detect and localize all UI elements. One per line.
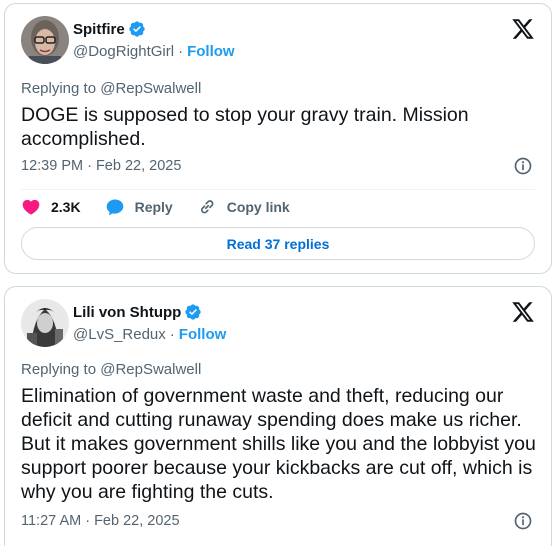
replying-to[interactable]: Replying to @RepSwalwell — [21, 361, 201, 378]
tweet-text: DOGE is supposed to stop your gravy trai… — [21, 104, 469, 150]
author-handle[interactable]: @LvS_Redux — [73, 326, 166, 343]
info-icon[interactable] — [513, 511, 533, 531]
divider — [21, 189, 535, 190]
replying-to[interactable]: Replying to @RepSwalwell — [21, 80, 201, 97]
separator-dot: · — [178, 43, 184, 60]
copy-link-button[interactable]: Copy link — [197, 197, 290, 217]
author-handle[interactable]: @DogRightGirl — [73, 43, 174, 60]
info-icon[interactable] — [513, 156, 533, 176]
tweet-text: Elimination of government waste and thef… — [21, 385, 536, 503]
tweet-card[interactable]: Spitfire @DogRightGirl · Follow Replying… — [4, 3, 552, 274]
reply-bubble-icon — [106, 199, 123, 216]
avatar[interactable] — [21, 299, 69, 347]
read-replies-button[interactable]: Read 37 replies — [21, 227, 535, 260]
copy-link-label: Copy link — [226, 199, 290, 215]
tweet-timestamp[interactable]: 12:39 PM · Feb 22, 2025 — [21, 158, 181, 174]
action-bar: 2.3K Reply Copy link — [21, 197, 314, 217]
like-button[interactable]: 2.3K — [21, 197, 81, 217]
author-name[interactable]: Lili von Shtupp — [73, 304, 181, 321]
verified-badge-icon — [185, 304, 202, 320]
like-count: 2.3K — [51, 199, 81, 215]
verified-badge-icon — [129, 21, 145, 37]
avatar-image — [21, 299, 69, 347]
link-icon — [200, 200, 214, 214]
tweet-timestamp[interactable]: 11:27 AM · Feb 22, 2025 — [21, 513, 180, 529]
heart-icon — [22, 199, 40, 215]
reply-button[interactable]: Reply — [105, 197, 173, 217]
follow-button[interactable]: Follow — [187, 43, 235, 60]
separator-dot: · — [169, 326, 175, 343]
follow-button[interactable]: Follow — [179, 326, 227, 343]
author-name[interactable]: Spitfire — [73, 21, 125, 38]
reply-label: Reply — [134, 199, 173, 215]
x-logo-icon[interactable] — [511, 300, 535, 324]
x-logo-icon[interactable] — [511, 17, 535, 41]
tweet-card[interactable]: Lili von Shtupp @LvS_Redux · Follow Repl… — [4, 286, 552, 546]
avatar[interactable] — [21, 16, 69, 64]
avatar-image — [21, 16, 69, 64]
